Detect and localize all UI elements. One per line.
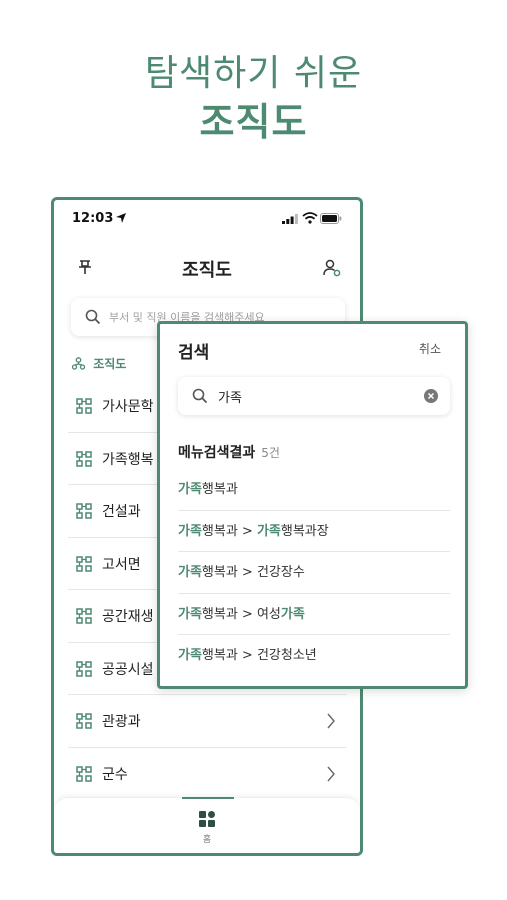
user-settings-icon[interactable] xyxy=(322,258,342,278)
department-icon xyxy=(76,398,92,414)
hero-line-2: 조직도 xyxy=(199,100,308,144)
list-item[interactable]: 관광과 xyxy=(68,695,346,748)
department-icon xyxy=(76,608,92,624)
hero-line-1: 탐색하기 쉬운 xyxy=(144,53,363,94)
list-item-label: 고서면 xyxy=(102,556,141,573)
search-icon xyxy=(192,388,208,404)
clear-icon[interactable] xyxy=(424,389,438,403)
section-header: 조직도 xyxy=(72,355,126,372)
results-count: 5건 xyxy=(261,446,280,460)
battery-icon xyxy=(320,213,342,224)
department-icon xyxy=(76,450,92,467)
result-text: 행복과 > 건강청소년 xyxy=(201,648,317,663)
section-label: 조직도 xyxy=(93,357,127,371)
department-icon xyxy=(76,555,92,572)
popup-search-input[interactable] xyxy=(218,385,408,407)
list-item-label: 가사문학 xyxy=(102,399,154,415)
results-header: 메뉴검색결과 5건 xyxy=(178,442,280,462)
tab-active-indicator xyxy=(182,797,234,799)
chevron-right-icon xyxy=(327,713,335,729)
result-text: 행복과 xyxy=(201,482,238,497)
list-item-label: 공간재생 xyxy=(102,609,154,625)
wifi-icon xyxy=(302,212,318,224)
result-text: 행복과장 xyxy=(280,523,329,539)
result-highlight-text: 가족 xyxy=(178,523,202,539)
department-icon xyxy=(76,765,92,782)
result-highlight-text: 가족 xyxy=(178,482,202,497)
list-item-label: 공공시설 xyxy=(102,661,154,678)
search-popup: 검색 취소 메뉴검색결과5건 가족행복과가족행복과 > 가족행복과장가족행복과 … xyxy=(157,321,468,689)
list-item[interactable]: 군수 xyxy=(68,748,346,801)
search-result-item[interactable]: 가족행복과 xyxy=(178,469,450,511)
app-bar: 조직도 xyxy=(54,250,360,286)
popup-title: 검색 xyxy=(178,343,210,363)
result-text: 행복과 > xyxy=(201,523,257,539)
status-time: 12:03 xyxy=(72,211,114,226)
popup-search-box[interactable] xyxy=(178,377,450,415)
results-list: 가족행복과 가족행복과 > 가족행복과장 가족행복과 > 건강장수 가족행복과 > 여… xyxy=(178,469,450,677)
results-title: 메뉴검색결과 xyxy=(178,445,256,461)
hero-heading: 탐색하기 쉬운 조직도 xyxy=(0,52,507,146)
department-icon xyxy=(76,503,92,519)
result-highlight-text: 가족 xyxy=(178,648,202,663)
cancel-button[interactable]: 취소 xyxy=(419,340,441,357)
list-item-label: 가족행복 xyxy=(102,451,154,468)
location-arrow-icon xyxy=(116,213,126,223)
signal-icon xyxy=(282,214,298,224)
search-result-item[interactable]: 가족행복과 > 가족행복과장 xyxy=(178,511,450,552)
tab-home-label[interactable]: 홈 xyxy=(54,832,360,845)
list-item-label: 건설과 xyxy=(102,504,141,520)
result-highlight-text: 가족 xyxy=(178,565,202,580)
status-bar: 12:03 xyxy=(54,200,360,238)
department-icon xyxy=(76,713,92,729)
org-chart-icon xyxy=(72,357,85,370)
result-highlight-text: 가족 xyxy=(256,523,281,539)
bottom-tab-bar: 홈 xyxy=(54,797,360,853)
list-item-label: 군수 xyxy=(102,766,128,783)
home-icon[interactable] xyxy=(198,810,216,828)
result-text: 행복과 > 건강장수 xyxy=(201,565,305,580)
search-icon xyxy=(85,309,101,325)
result-text: 행복과 > 여성 xyxy=(201,606,281,622)
search-result-item[interactable]: 가족행복과 > 건강청소년 xyxy=(178,635,450,677)
result-highlight-text: 가족 xyxy=(280,606,305,622)
chevron-right-icon xyxy=(327,766,335,781)
result-highlight-text: 가족 xyxy=(178,606,202,622)
page-title: 조직도 xyxy=(182,260,232,281)
department-icon xyxy=(76,660,92,677)
list-item-label: 관광과 xyxy=(102,714,141,730)
search-result-item[interactable]: 가족행복과 > 여성가족 xyxy=(178,594,450,635)
search-result-item[interactable]: 가족행복과 > 건강장수 xyxy=(178,552,450,594)
